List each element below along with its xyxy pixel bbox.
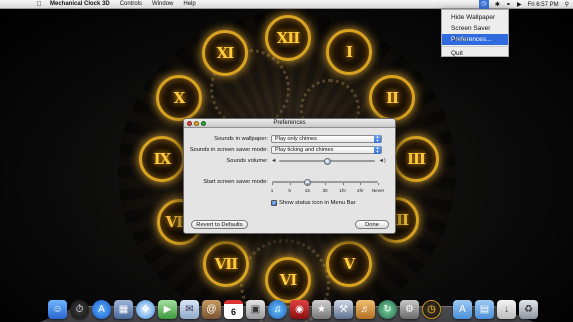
menu-controls[interactable]: Controls (120, 1, 142, 7)
volume-high-icon: ◄) (378, 158, 386, 164)
applications-folder-icon[interactable]: A (453, 300, 472, 319)
menu-item-hide-wallpaper[interactable]: Hide Wallpaper (442, 12, 508, 23)
clock-numeral-i: I (326, 29, 372, 75)
clock-numeral-x: X (156, 75, 202, 121)
show-status-icon-checkbox[interactable]: ✓ (271, 200, 277, 207)
start-screensaver-label: Start screen saver mode: (203, 179, 268, 185)
apple-menu-icon[interactable]:  (32, 1, 46, 8)
app-store-icon[interactable]: A (92, 300, 111, 319)
slider-tick-label: 1 (270, 188, 274, 193)
contacts-icon[interactable]: @ (202, 300, 221, 319)
finder-icon[interactable]: ☺ (48, 300, 67, 319)
clock-numeral-ix: IX (139, 136, 185, 182)
menu-item-quit[interactable]: Quit (442, 48, 508, 59)
slider-tick-mark (325, 183, 326, 185)
close-icon[interactable] (187, 121, 192, 126)
volume-icon[interactable]: ▶ (517, 1, 522, 8)
spotlight-icon[interactable]: ⚲ (565, 1, 569, 8)
volume-label: Sounds volume: (226, 158, 268, 164)
show-status-icon-row[interactable]: ✓ Show status icon in Menu Bar (271, 200, 356, 207)
menu-help[interactable]: Help (183, 1, 195, 7)
slider-tick-mark (360, 183, 361, 185)
slider-tick-mark (272, 183, 273, 185)
revert-to-defaults-button[interactable]: Revert to Defaults (191, 220, 248, 229)
dashboard-icon[interactable]: ⏱ (70, 300, 89, 319)
minimize-icon[interactable] (194, 121, 199, 126)
wallpaper-sounds-value: Play only chimes (275, 136, 317, 142)
screensaver-sounds-popup[interactable]: Play ticking and chimes ▲ ▼ (271, 146, 382, 154)
system-preferences-icon[interactable]: ⚙ (400, 300, 419, 319)
menubar-clock[interactable]: Fri 6:57 PM (528, 2, 559, 8)
slider-tick-label: 15 (304, 188, 310, 193)
slider-tick-mark (378, 183, 379, 185)
slider-tick-label: Never (371, 188, 385, 193)
done-button[interactable]: Done (355, 220, 389, 229)
window-titlebar[interactable]: Preferences (184, 119, 395, 128)
volume-low-icon: ◄ (271, 158, 277, 164)
window-controls (187, 121, 206, 126)
slider-tick-mark (307, 183, 308, 185)
dock: ☺ ⏱ A ▦ ❖ ▶ ✉ @ 6 ▣ ♫ ◉ ★ ⚒ ♬ ↻ ⚙ ◷ A ▤ … (48, 293, 538, 319)
volume-slider[interactable] (279, 157, 376, 165)
menu-bar:  Mechanical Clock 3D Controls Window He… (0, 0, 573, 9)
photo-booth-icon[interactable]: ◉ (290, 300, 309, 319)
itunes-icon[interactable]: ♫ (268, 300, 287, 319)
show-status-icon-label: Show status icon in Menu Bar (279, 200, 356, 206)
screensaver-sounds-label: Sounds in screen saver mode: (189, 147, 268, 153)
calendar-icon[interactable]: 6 (224, 300, 243, 319)
menubar-status-area: ◷ ✱ ⚭ ▶ Fri 6:57 PM ⚲ (478, 0, 569, 9)
downloads-folder-icon[interactable]: ↓ (497, 300, 516, 319)
screensaver-sounds-value: Play ticking and chimes (275, 147, 334, 153)
wallpaper-sounds-popup[interactable]: Play only chimes ▲ ▼ (271, 135, 382, 143)
menu-window[interactable]: Window (152, 1, 173, 7)
menu-app-name[interactable]: Mechanical Clock 3D (50, 1, 110, 7)
slider-tick-label: 1hr (339, 188, 346, 193)
photos-icon[interactable]: ★ (312, 300, 331, 319)
trash-icon[interactable]: ♻ (519, 300, 538, 319)
menu-separator (442, 46, 508, 47)
slider-tick-label: 2hr (357, 188, 364, 193)
window-title: Preferences (273, 120, 306, 126)
menu-item-screen-saver-mode[interactable]: Screen Saver Mode (442, 23, 508, 43)
clock-numeral-iii: III (393, 136, 439, 182)
chevron-updown-icon: ▲ ▼ (374, 145, 381, 154)
slider-tick-label: 5 (288, 188, 291, 193)
time-machine-icon[interactable]: ↻ (378, 300, 397, 319)
clock-app-status-icon[interactable]: ◷ (478, 0, 489, 9)
bluetooth-icon[interactable]: ✱ (495, 1, 500, 8)
clock-numeral-xii: XII (265, 15, 311, 61)
preview-icon[interactable]: ▣ (246, 300, 265, 319)
start-screensaver-ticks: 1 5 15 30 1hr 2hr Never (270, 183, 384, 193)
clock-numeral-ii: II (369, 75, 415, 121)
clock-numeral-vii: VII (203, 241, 249, 287)
menu-item-preferences[interactable]: Preferences... (442, 34, 508, 45)
zoom-icon[interactable] (201, 121, 206, 126)
volume-slider-knob[interactable] (323, 157, 331, 165)
garageband-icon[interactable]: ♬ (356, 300, 375, 319)
slider-tick-label: 30 (322, 188, 328, 193)
wallpaper-sounds-label: Sounds in wallpaper: (214, 136, 268, 142)
clock-numeral-xi: XI (202, 30, 248, 76)
facetime-icon[interactable]: ▶ (158, 300, 177, 319)
screensaver-sounds-row: Sounds in screen saver mode: Play tickin… (184, 146, 382, 154)
documents-folder-icon[interactable]: ▤ (475, 300, 494, 319)
mission-control-icon[interactable]: ▦ (114, 300, 133, 319)
clock-app-icon[interactable]: ◷ (422, 300, 441, 319)
preferences-window: Preferences Sounds in wallpaper: Play on… (183, 118, 396, 234)
slider-tick-mark (289, 183, 291, 185)
volume-row: Sounds volume: ◄ ◄) (184, 157, 386, 165)
wallpaper-sounds-row: Sounds in wallpaper: Play only chimes ▲ ▼ (184, 135, 382, 143)
clock-numeral-v: V (326, 241, 372, 287)
status-menu: Hide Wallpaper Screen Saver Mode Prefere… (441, 9, 509, 57)
safari-icon[interactable]: ❖ (136, 300, 155, 319)
wifi-icon[interactable]: ⚭ (506, 1, 511, 8)
mail-icon[interactable]: ✉ (180, 300, 199, 319)
xcode-icon[interactable]: ⚒ (334, 300, 353, 319)
chevron-updown-icon: ▲ ▼ (374, 134, 381, 143)
slider-tick-mark (342, 183, 344, 185)
